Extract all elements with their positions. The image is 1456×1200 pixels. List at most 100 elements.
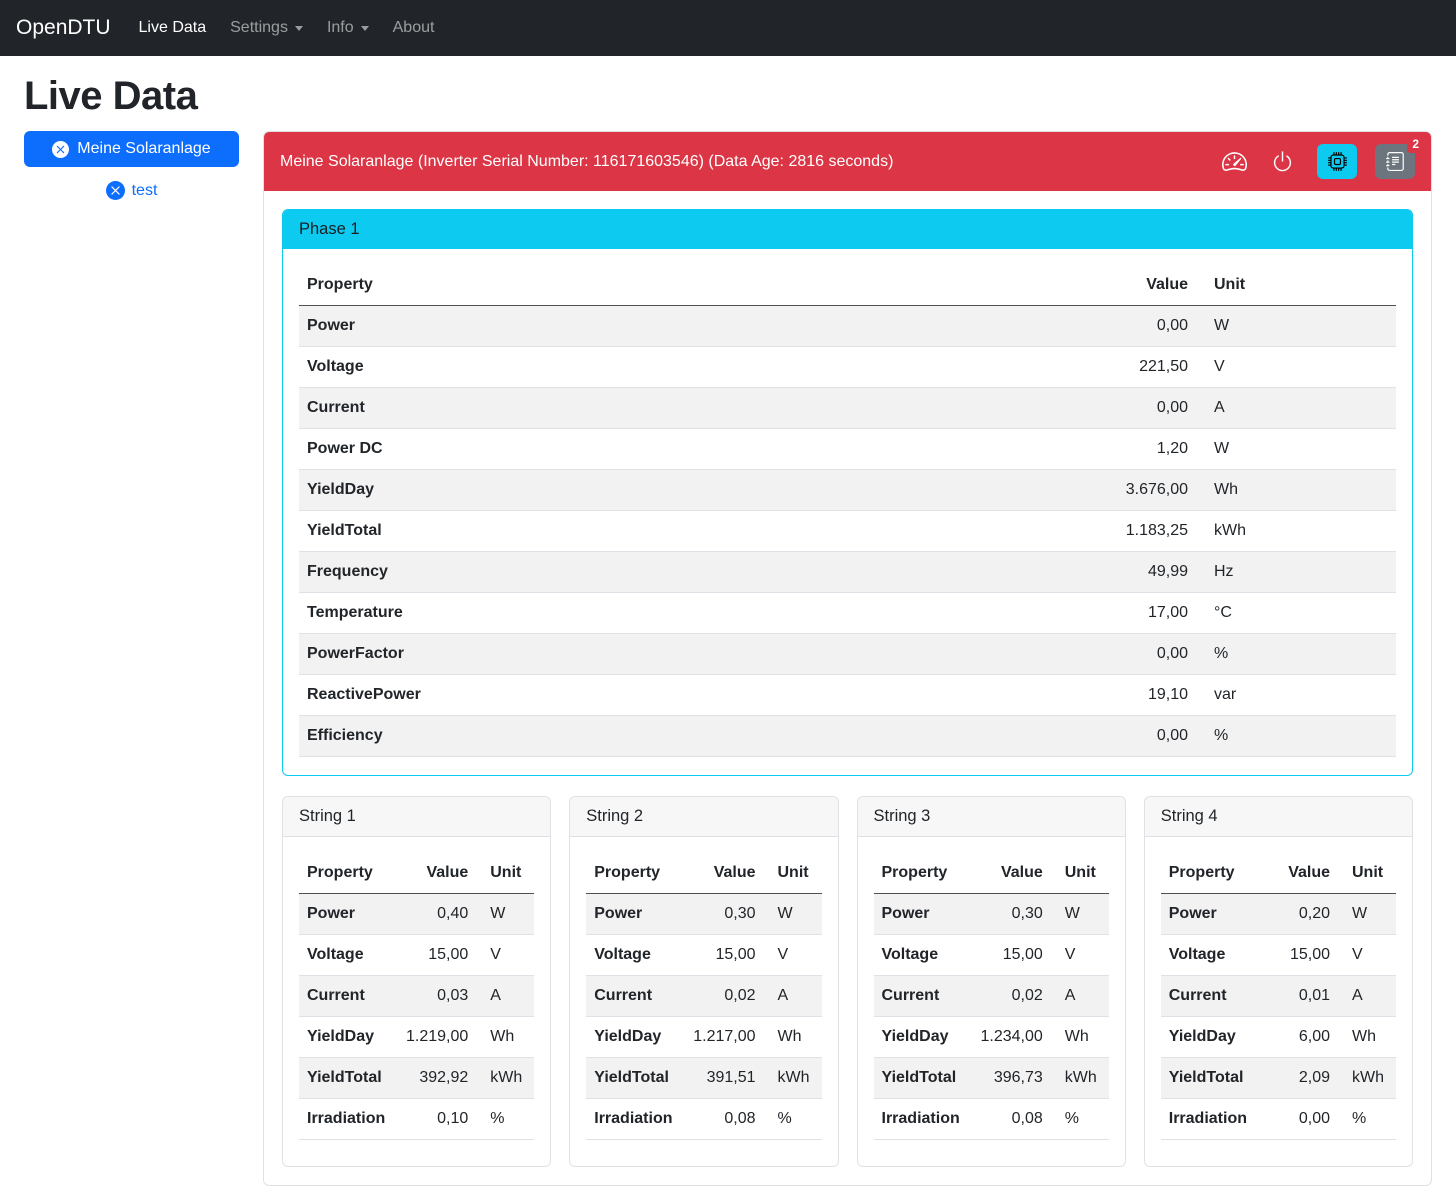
nav-item-info[interactable]: Info (319, 11, 377, 45)
property-value: 17,00 (859, 593, 1196, 634)
table-row: PowerFactor0,00% (299, 634, 1396, 675)
property-label: Current (874, 976, 971, 1017)
inverter-select-link-test[interactable]: test (24, 181, 239, 200)
property-value: 1.217,00 (683, 1017, 763, 1058)
brand-logo[interactable]: OpenDTU (16, 16, 111, 40)
table-row: Current0,02A (586, 976, 821, 1017)
property-unit: W (1196, 429, 1396, 470)
property-value: 15,00 (970, 935, 1050, 976)
table-row: YieldTotal392,92kWh (299, 1058, 534, 1099)
power-settings-button[interactable] (1266, 150, 1299, 173)
property-unit: A (1338, 976, 1396, 1017)
limit-settings-button[interactable] (1217, 149, 1252, 174)
property-value: 221,50 (859, 347, 1196, 388)
table-row: Voltage15,00V (874, 935, 1109, 976)
caret-down-icon (361, 26, 369, 31)
property-unit: A (1051, 976, 1109, 1017)
table-header-row: Property Value Unit (874, 853, 1109, 894)
column-header-unit: Unit (764, 853, 822, 894)
table-row: YieldTotal396,73kWh (874, 1058, 1109, 1099)
table-row: Voltage15,00V (586, 935, 821, 976)
string-card-header: String 2 (570, 797, 837, 837)
property-unit: Wh (1196, 470, 1396, 511)
property-label: YieldTotal (1161, 1058, 1271, 1099)
string-card-body: Property Value Unit Power0,30WVoltage15,… (570, 837, 837, 1166)
inverter-select-label: Meine Solaranlage (77, 140, 210, 158)
property-label: Irradiation (874, 1099, 971, 1140)
property-unit: W (1196, 306, 1396, 347)
nav-links: Live Data Settings Info About (131, 11, 443, 45)
property-value: 0,00 (1271, 1099, 1338, 1140)
strings-row: String 1 Property Value Unit (282, 796, 1413, 1167)
string-card: String 2 Property Value Unit (569, 796, 838, 1167)
table-row: YieldDay3.676,00Wh (299, 470, 1396, 511)
inverter-info-button[interactable] (1317, 144, 1357, 179)
property-unit: V (764, 935, 822, 976)
phase-card-body: Property Value Unit Power0,00WVoltage221… (283, 249, 1412, 775)
table-header-row: Property Value Unit (299, 265, 1396, 306)
property-label: YieldDay (299, 1017, 396, 1058)
property-value: 15,00 (1271, 935, 1338, 976)
property-unit: Wh (1051, 1017, 1109, 1058)
string-card-header: String 3 (858, 797, 1125, 837)
inverter-link-label: test (132, 182, 158, 200)
nav-item-info-label: Info (327, 19, 354, 37)
property-label: Frequency (299, 552, 859, 593)
table-row: Power0,00W (299, 306, 1396, 347)
table-row: YieldDay6,00Wh (1161, 1017, 1396, 1058)
property-unit: % (476, 1099, 534, 1140)
property-label: Irradiation (586, 1099, 683, 1140)
property-value: 1,20 (859, 429, 1196, 470)
property-value: 396,73 (970, 1058, 1050, 1099)
property-label: Current (586, 976, 683, 1017)
inverter-card: Meine Solaranlage (Inverter Serial Numbe… (263, 131, 1432, 1186)
main-content: Meine Solaranlage (Inverter Serial Numbe… (263, 131, 1432, 1186)
inverter-select-button-meine-solaranlage[interactable]: Meine Solaranlage (24, 131, 239, 167)
table-row: YieldDay1.217,00Wh (586, 1017, 821, 1058)
table-row: YieldTotal391,51kWh (586, 1058, 821, 1099)
property-label: Temperature (299, 593, 859, 634)
cpu-icon (1328, 152, 1347, 171)
event-log-button[interactable]: 2 (1375, 144, 1415, 179)
property-value: 0,30 (683, 894, 763, 935)
speedometer-icon (1222, 149, 1247, 174)
caret-down-icon (295, 26, 303, 31)
table-header-row: Property Value Unit (299, 853, 534, 894)
property-value: 19,10 (859, 675, 1196, 716)
column-header-value: Value (683, 853, 763, 894)
table-row: Irradiation0,08% (874, 1099, 1109, 1140)
property-unit: °C (1196, 593, 1396, 634)
table-row: Frequency49,99Hz (299, 552, 1396, 593)
string-table-body: Power0,20WVoltage15,00VCurrent0,01AYield… (1161, 894, 1396, 1140)
string-table: Property Value Unit Power0,30WVoltage15,… (874, 853, 1109, 1140)
property-value: 49,99 (859, 552, 1196, 593)
nav-item-about[interactable]: About (385, 11, 443, 45)
table-row: YieldDay1.234,00Wh (874, 1017, 1109, 1058)
column-header-unit: Unit (476, 853, 534, 894)
property-unit: V (1051, 935, 1109, 976)
property-unit: W (1338, 894, 1396, 935)
string-card-body: Property Value Unit Power0,20WVoltage15,… (1145, 837, 1412, 1166)
property-value: 0,02 (970, 976, 1050, 1017)
property-unit: kWh (1051, 1058, 1109, 1099)
property-label: Irradiation (299, 1099, 396, 1140)
nav-item-live-data[interactable]: Live Data (131, 11, 215, 45)
nav-item-settings[interactable]: Settings (222, 11, 311, 45)
property-value: 0,00 (859, 388, 1196, 429)
string-card: String 1 Property Value Unit (282, 796, 551, 1167)
string-card-body: Property Value Unit Power0,40WVoltage15,… (283, 837, 550, 1166)
table-row: Irradiation0,00% (1161, 1099, 1396, 1140)
property-label: Efficiency (299, 716, 859, 757)
property-unit: V (476, 935, 534, 976)
property-label: YieldDay (874, 1017, 971, 1058)
table-row: Efficiency0,00% (299, 716, 1396, 757)
string-table-head: Property Value Unit (299, 853, 534, 894)
property-unit: kWh (476, 1058, 534, 1099)
inverter-card-body: Phase 1 Property Value Unit (264, 191, 1431, 1185)
property-unit: kWh (764, 1058, 822, 1099)
table-row: Voltage221,50V (299, 347, 1396, 388)
property-value: 3.676,00 (859, 470, 1196, 511)
property-unit: V (1196, 347, 1396, 388)
property-value: 391,51 (683, 1058, 763, 1099)
column-header-unit: Unit (1338, 853, 1396, 894)
